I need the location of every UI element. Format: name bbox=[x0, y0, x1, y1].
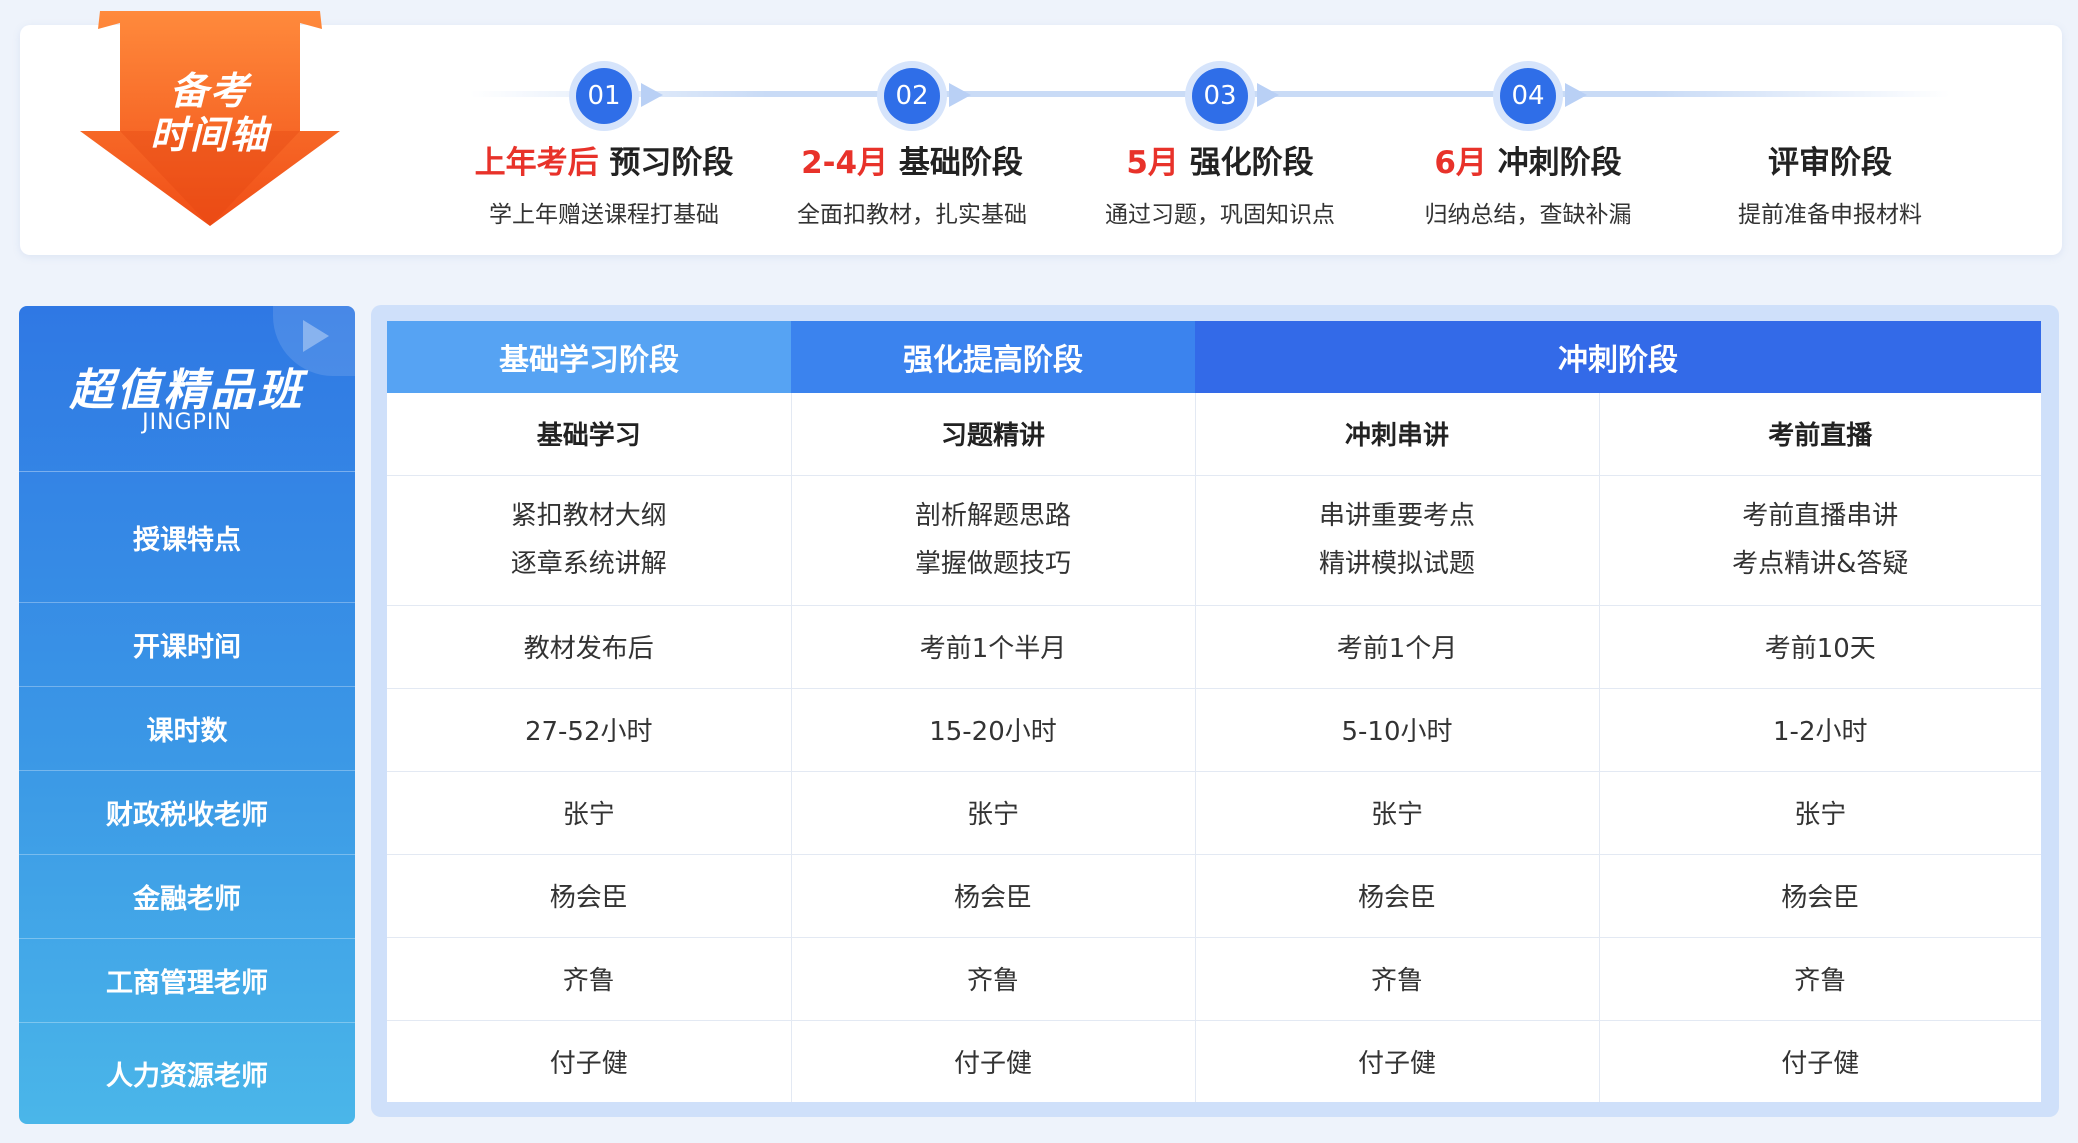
table-row-teacher-finance: 杨会臣 杨会臣 杨会臣 杨会臣 bbox=[387, 854, 2041, 938]
table-cell: 杨会臣 bbox=[387, 854, 792, 938]
phase-header-row: 基础学习阶段 强化提高阶段 冲刺阶段 bbox=[387, 321, 2041, 393]
step-title: 6月 冲刺阶段 bbox=[1378, 137, 1678, 182]
table-cell: 考前直播串讲 考点精讲&答疑 bbox=[1599, 475, 2041, 606]
step-highlight: 2-4月 bbox=[801, 145, 889, 181]
cell-line: 精讲模拟试题 bbox=[1318, 549, 1475, 579]
table-cell: 考前1个月 bbox=[1195, 605, 1600, 689]
step-desc: 全面扣教材，扎实基础 bbox=[797, 202, 1027, 228]
cell-line: 掌握做题技巧 bbox=[914, 549, 1071, 579]
column-header-row: 基础学习 习题精讲 冲刺串讲 考前直播 bbox=[387, 393, 2041, 476]
step-highlight: 5月 bbox=[1126, 145, 1179, 181]
table-cell: 5-10小时 bbox=[1195, 688, 1600, 772]
step-title-text: 基础阶段 bbox=[898, 145, 1023, 181]
column-header: 习题精讲 bbox=[791, 393, 1196, 476]
table-cell: 紧扣教材大纲 逐章系统讲解 bbox=[387, 475, 792, 606]
ribbon-label: 备考 时间轴 bbox=[150, 69, 270, 157]
step-number: 04 bbox=[1500, 68, 1556, 124]
table-cell: 张宁 bbox=[791, 771, 1196, 855]
step-arrow-icon bbox=[1565, 83, 1587, 107]
table-cell: 齐鲁 bbox=[791, 937, 1196, 1021]
step-title-text: 预习阶段 bbox=[609, 145, 734, 181]
phase-basic: 基础学习阶段 bbox=[387, 321, 791, 393]
table-cell: 考前10天 bbox=[1599, 605, 2041, 689]
course-table: 基础学习阶段 强化提高阶段 冲刺阶段 基础学习 习题精讲 冲刺串讲 考前直播 紧… bbox=[387, 321, 2041, 1102]
table-cell: 付子健 bbox=[791, 1020, 1196, 1102]
column-header: 冲刺串讲 bbox=[1195, 393, 1600, 476]
step-title-text: 强化阶段 bbox=[1189, 145, 1314, 181]
step-highlight: 6月 bbox=[1434, 145, 1487, 181]
table-cell: 杨会臣 bbox=[1195, 854, 1600, 938]
course-subtitle: JINGPIN bbox=[142, 410, 232, 435]
step-number: 03 bbox=[1192, 68, 1248, 124]
ribbon-line-2: 时间轴 bbox=[150, 113, 271, 157]
course-title: 超值精品班 bbox=[69, 365, 305, 416]
row-label-teacher-finance: 金融老师 bbox=[19, 855, 355, 939]
table-cell: 15-20小时 bbox=[791, 688, 1196, 772]
table-cell: 考前1个半月 bbox=[791, 605, 1196, 689]
course-table-container: 基础学习阶段 强化提高阶段 冲刺阶段 基础学习 习题精讲 冲刺串讲 考前直播 紧… bbox=[371, 305, 2059, 1117]
table-cell: 串讲重要考点 精讲模拟试题 bbox=[1195, 475, 1600, 606]
row-label-teacher-hr: 人力资源老师 bbox=[106, 1061, 268, 1092]
row-label-teacher-business: 工商管理老师 bbox=[19, 939, 355, 1023]
cell-line: 紧扣教材大纲 bbox=[510, 501, 667, 531]
table-row-teacher-business: 齐鲁 齐鲁 齐鲁 齐鲁 bbox=[387, 937, 2041, 1021]
phase-intensive: 强化提高阶段 bbox=[791, 321, 1195, 393]
step-arrow-icon bbox=[641, 83, 663, 107]
row-label-teacher-finance-tax: 财政税收老师 bbox=[19, 771, 355, 855]
step-title: 上年考后 预习阶段 bbox=[454, 137, 754, 182]
table-cell: 张宁 bbox=[1195, 771, 1600, 855]
table-cell: 教材发布后 bbox=[387, 605, 792, 689]
table-cell: 齐鲁 bbox=[387, 937, 792, 1021]
table-cell: 27-52小时 bbox=[387, 688, 792, 772]
row-label-hours: 课时数 bbox=[19, 687, 355, 771]
course-header: 超值精品班 JINGPIN bbox=[19, 306, 355, 472]
table-cell: 齐鲁 bbox=[1195, 937, 1600, 1021]
table-row-hours: 27-52小时 15-20小时 5-10小时 1-2小时 bbox=[387, 688, 2041, 772]
cell-line: 串讲重要考点 bbox=[1318, 501, 1475, 531]
step-title: 5月 强化阶段 bbox=[1070, 137, 1370, 182]
table-cell: 付子健 bbox=[1781, 1048, 1860, 1079]
row-label-features: 授课特点 bbox=[19, 472, 355, 603]
table-row-teacher-hr: 付子健 付子健 付子健 付子健 bbox=[387, 1020, 2041, 1102]
step-desc: 归纳总结，查缺补漏 bbox=[1424, 202, 1632, 228]
step-desc: 学上年赠送课程打基础 bbox=[489, 202, 719, 228]
cell-line: 剖析解题思路 bbox=[914, 501, 1071, 531]
step-title-text: 冲刺阶段 bbox=[1497, 145, 1622, 181]
cell-line: 逐章系统讲解 bbox=[510, 549, 667, 579]
exam-timeline: 备考 时间轴 01 上年考后 预习阶段 学上年赠送课程打基础 02 2-4月 基… bbox=[20, 11, 2062, 255]
step-highlight: 上年考后 bbox=[474, 145, 599, 181]
step-number: 02 bbox=[884, 68, 940, 124]
step-title: 评审阶段 bbox=[1680, 137, 1980, 182]
step-title-text: 评审阶段 bbox=[1768, 145, 1892, 181]
table-cell: 付子健 bbox=[387, 1020, 792, 1102]
step-number: 01 bbox=[576, 68, 632, 124]
ribbon-line-1: 备考 bbox=[169, 69, 250, 113]
cell-line: 考前直播串讲 bbox=[1742, 501, 1899, 531]
step-arrow-icon bbox=[1257, 83, 1279, 107]
course-sidebar: 超值精品班 JINGPIN 授课特点 开课时间 课时数 财政税收老师 金融老师 … bbox=[19, 306, 355, 1124]
step-desc: 通过习题，巩固知识点 bbox=[1105, 202, 1335, 228]
step-arrow-icon bbox=[949, 83, 971, 107]
table-cell: 付子健 bbox=[1195, 1020, 1600, 1102]
cell-line: 考点精讲&答疑 bbox=[1732, 549, 1909, 579]
table-row-features: 紧扣教材大纲 逐章系统讲解 剖析解题思路 掌握做题技巧 串讲重要考点 精讲模拟试题 考… bbox=[387, 475, 2041, 606]
table-cell: 杨会臣 bbox=[1599, 854, 2041, 938]
step-title: 2-4月 基础阶段 bbox=[762, 137, 1062, 182]
step-desc: 提前准备申报材料 bbox=[1738, 202, 1922, 228]
table-row-start-time: 教材发布后 考前1个半月 考前1个月 考前10天 bbox=[387, 605, 2041, 689]
phase-sprint: 冲刺阶段 bbox=[1195, 321, 2041, 393]
table-cell: 杨会臣 bbox=[791, 854, 1196, 938]
table-row-teacher-finance-tax: 张宁 张宁 张宁 张宁 bbox=[387, 771, 2041, 855]
table-cell: 张宁 bbox=[1599, 771, 2041, 855]
table-cell: 1-2小时 bbox=[1599, 688, 2041, 772]
table-cell: 张宁 bbox=[387, 771, 792, 855]
column-header: 考前直播 bbox=[1599, 393, 2041, 476]
row-label-start-time: 开课时间 bbox=[19, 603, 355, 687]
table-cell: 齐鲁 bbox=[1599, 937, 2041, 1021]
table-cell: 剖析解题思路 掌握做题技巧 bbox=[791, 475, 1196, 606]
column-header: 基础学习 bbox=[387, 393, 792, 476]
